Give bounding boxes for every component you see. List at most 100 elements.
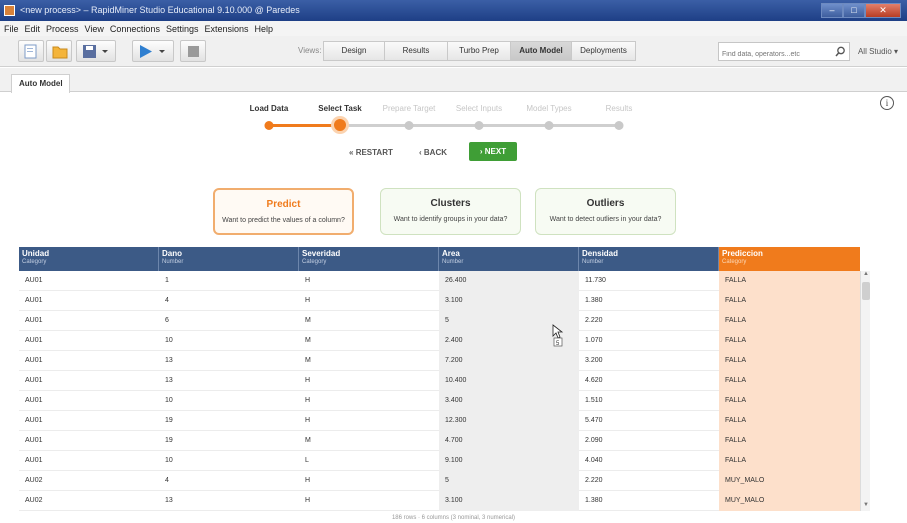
table-cell-dano: 19	[165, 437, 173, 444]
column-header-unidad[interactable]: Unidad Category	[19, 247, 159, 271]
column-header-severidad[interactable]: Severidad Category	[299, 247, 439, 271]
table-cell-unidad: AU01	[25, 417, 43, 424]
table-cell-dano: 19	[165, 417, 173, 424]
table-cell-prediccion: FALLA	[719, 451, 860, 471]
column-type: Number	[582, 259, 604, 265]
task-card-predict[interactable]: Predict Want to predict the values of a …	[213, 188, 354, 235]
table-cell-unidad: AU01	[25, 437, 43, 444]
view-tab-deployments[interactable]: Deployments	[571, 41, 636, 61]
main-toolbar: Views: Design Results Turbo Prep Auto Mo…	[0, 36, 907, 67]
search-icon[interactable]	[835, 46, 846, 57]
close-button[interactable]: ✕	[865, 3, 901, 18]
table-cell-dano: 10	[165, 457, 173, 464]
new-process-button[interactable]	[18, 40, 44, 62]
menu-view[interactable]: View	[85, 24, 104, 34]
menu-connections[interactable]: Connections	[110, 24, 160, 34]
step-label-prepare-target: Prepare Target	[382, 104, 436, 113]
table-vertical-scrollbar[interactable]: ▲ ▼	[860, 271, 870, 511]
run-process-button[interactable]	[132, 40, 174, 62]
table-row[interactable]: AU01 10 L 9.100 4.040 FALLA	[19, 451, 860, 471]
table-cell-unidad: AU01	[25, 377, 43, 384]
menu-extensions[interactable]: Extensions	[204, 24, 248, 34]
table-cell-unidad: AU01	[25, 297, 43, 304]
table-cell-dano: 13	[165, 377, 173, 384]
chevron-left-icon: ‹	[419, 148, 422, 157]
stop-process-button[interactable]	[180, 40, 206, 62]
table-cell-unidad: AU02	[25, 477, 43, 484]
restart-button[interactable]: « RESTART	[349, 144, 393, 161]
table-row[interactable]: AU01 4 H 3.100 1.380 FALLA	[19, 291, 860, 311]
menu-process[interactable]: Process	[46, 24, 79, 34]
window-title-bar: <new process> – RapidMiner Studio Educat…	[0, 0, 907, 21]
back-button[interactable]: ‹ BACK	[419, 144, 447, 161]
table-header: Unidad Category Dano Number Severidad Ca…	[19, 247, 860, 271]
step-dot-model-types	[544, 121, 554, 130]
table-row[interactable]: AU01 13 H 10.400 4.620 FALLA	[19, 371, 860, 391]
step-label-model-types: Model Types	[526, 104, 572, 113]
step-dot-load-data[interactable]	[264, 121, 274, 130]
task-card-outliers[interactable]: Outliers Want to detect outliers in your…	[535, 188, 676, 235]
view-tab-auto-model[interactable]: Auto Model	[510, 41, 572, 61]
minimize-button[interactable]: –	[821, 3, 843, 18]
task-card-description: Want to identify groups in your data?	[393, 216, 508, 223]
task-card-description: Want to detect outliers in your data?	[549, 216, 662, 223]
column-type: Category	[22, 259, 47, 265]
save-process-button[interactable]	[76, 40, 116, 62]
column-header-densidad[interactable]: Densidad Number	[579, 247, 719, 271]
table-cell-prediccion: FALLA	[719, 371, 860, 391]
table-cell-densidad: 1.380	[585, 497, 603, 504]
save-icon	[83, 45, 108, 58]
table-cell-area: 4.700	[439, 431, 579, 451]
menu-settings[interactable]: Settings	[166, 24, 199, 34]
folder-icon	[52, 46, 68, 59]
view-tab-turbo-prep[interactable]: Turbo Prep	[447, 41, 511, 61]
step-dot-select-task[interactable]	[334, 119, 346, 131]
maximize-button[interactable]: □	[843, 3, 865, 18]
table-row[interactable]: AU01 19 M 4.700 2.090 FALLA	[19, 431, 860, 451]
search-scope-select[interactable]: All Studio ▾	[853, 42, 903, 61]
menu-file[interactable]: File	[4, 24, 19, 34]
table-cell-dano: 13	[165, 357, 173, 364]
scroll-up-arrow-icon[interactable]: ▲	[861, 271, 871, 280]
table-row[interactable]: AU01 10 H 3.400 1.510 FALLA	[19, 391, 860, 411]
column-type: Number	[442, 259, 464, 265]
tab-auto-model[interactable]: Auto Model	[11, 74, 70, 93]
view-tab-design[interactable]: Design	[323, 41, 385, 61]
mouse-pointer-icon: 5	[552, 324, 564, 347]
step-label-select-task: Select Task	[318, 104, 362, 113]
table-cell-severidad: L	[305, 457, 309, 464]
back-label: BACK	[423, 148, 448, 157]
open-process-button[interactable]	[46, 40, 72, 62]
column-header-prediccion[interactable]: Prediccion Category	[719, 247, 860, 271]
next-button[interactable]: › NEXT	[469, 142, 517, 161]
table-row[interactable]: AU01 10 M 2.400 1.070 FALLA	[19, 331, 860, 351]
scroll-down-arrow-icon[interactable]: ▼	[861, 502, 871, 511]
column-name: Prediccion	[722, 249, 763, 258]
task-card-clusters[interactable]: Clusters Want to identify groups in your…	[380, 188, 521, 235]
table-cell-densidad: 2.220	[585, 317, 603, 324]
table-row[interactable]: AU01 19 H 12.300 5.470 FALLA	[19, 411, 860, 431]
table-cell-prediccion: FALLA	[719, 331, 860, 351]
table-row[interactable]: AU01 6 M 5 2.220 FALLA	[19, 311, 860, 331]
menu-edit[interactable]: Edit	[25, 24, 41, 34]
column-header-area[interactable]: Area Number	[439, 247, 579, 271]
table-row[interactable]: AU02 4 H 5 2.220 MUY_MALO	[19, 471, 860, 491]
global-search-input[interactable]	[719, 46, 831, 63]
table-row[interactable]: AU01 1 H 26.400 11.730 FALLA	[19, 271, 860, 291]
menu-help[interactable]: Help	[255, 24, 274, 34]
table-cell-area: 26.400	[439, 271, 579, 291]
table-row[interactable]: AU01 13 M 7.200 3.200 FALLA	[19, 351, 860, 371]
table-row[interactable]: AU02 13 H 3.100 1.380 MUY_MALO	[19, 491, 860, 511]
view-tab-results[interactable]: Results	[384, 41, 448, 61]
info-icon[interactable]: i	[880, 96, 894, 110]
next-label: NEXT	[484, 147, 507, 156]
column-type: Number	[162, 259, 184, 265]
table-cell-unidad: AU01	[25, 397, 43, 404]
table-cell-area: 5	[439, 471, 579, 491]
scroll-thumb[interactable]	[862, 282, 870, 300]
table-cell-densidad: 5.470	[585, 417, 603, 424]
table-cell-densidad: 2.220	[585, 477, 603, 484]
column-header-dano[interactable]: Dano Number	[159, 247, 299, 271]
table-cell-severidad: H	[305, 377, 311, 384]
restart-label: RESTART	[355, 148, 393, 157]
